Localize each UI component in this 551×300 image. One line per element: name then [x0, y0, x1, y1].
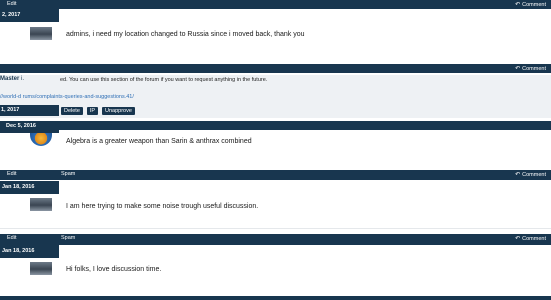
reply-arrow-icon: ↶ [515, 236, 521, 242]
mod-reply-date: 1, 2017 [0, 105, 59, 116]
comment-button[interactable]: ↶ Comment [515, 171, 546, 178]
post-message: admins, i need my location changed to Ru… [66, 31, 305, 38]
edit-link[interactable]: Edit [7, 171, 16, 177]
post-1-action-bar: Edit ↶ Comment [0, 0, 551, 9]
divider [0, 228, 551, 229]
edit-link[interactable]: Edit [7, 235, 16, 241]
post-message: Algebra is a greater weapon than Sarin &… [66, 138, 252, 145]
reply-arrow-icon: ↶ [515, 2, 521, 8]
forum-link[interactable]: //world-d rums/complaints-queries-and-su… [0, 94, 134, 100]
avatar[interactable] [30, 262, 52, 275]
mod-reply-text: ed. You can use this section of the foru… [60, 77, 268, 83]
avatar[interactable] [30, 133, 52, 146]
moderation-buttons: Delete IP Unapprove [61, 107, 137, 115]
spam-link[interactable]: Spam [61, 235, 75, 241]
comment-button[interactable]: ↶ Comment [515, 235, 546, 242]
edit-link[interactable]: Edit [7, 1, 16, 7]
post-4-action-bar: Edit Spam ↶ Comment [0, 234, 551, 245]
mod-username[interactable]: Master i. [0, 76, 24, 82]
delete-button[interactable]: Delete [61, 107, 83, 115]
post-4-date: Jan 18, 2016 [0, 245, 59, 258]
post-2-date: Dec 5, 2016 [0, 121, 59, 133]
post-message: Hi folks, I love discussion time. [66, 266, 162, 273]
avatar[interactable] [30, 27, 52, 40]
reply-arrow-icon: ↶ [515, 172, 521, 178]
post-3-action-bar: Edit Spam ↶ Comment [0, 170, 551, 180]
spam-link[interactable]: Spam [61, 171, 75, 177]
post-2-action-bar [0, 121, 551, 130]
comment-button[interactable]: ↶ Comment [515, 1, 546, 8]
unapprove-button[interactable]: Unapprove [102, 107, 135, 115]
comment-button[interactable]: ↶ Comment [515, 65, 546, 72]
post-1-date: 2, 2017 [0, 9, 59, 22]
bottom-bar [0, 296, 551, 300]
ip-button[interactable]: IP [86, 107, 99, 115]
post-3-date: Jan 18, 2016 [0, 181, 59, 194]
post-message: I am here trying to make some noise trou… [66, 203, 259, 210]
avatar[interactable] [30, 198, 52, 211]
mod-reply-action-bar: ↶ Comment [0, 64, 551, 73]
reply-arrow-icon: ↶ [515, 66, 521, 72]
